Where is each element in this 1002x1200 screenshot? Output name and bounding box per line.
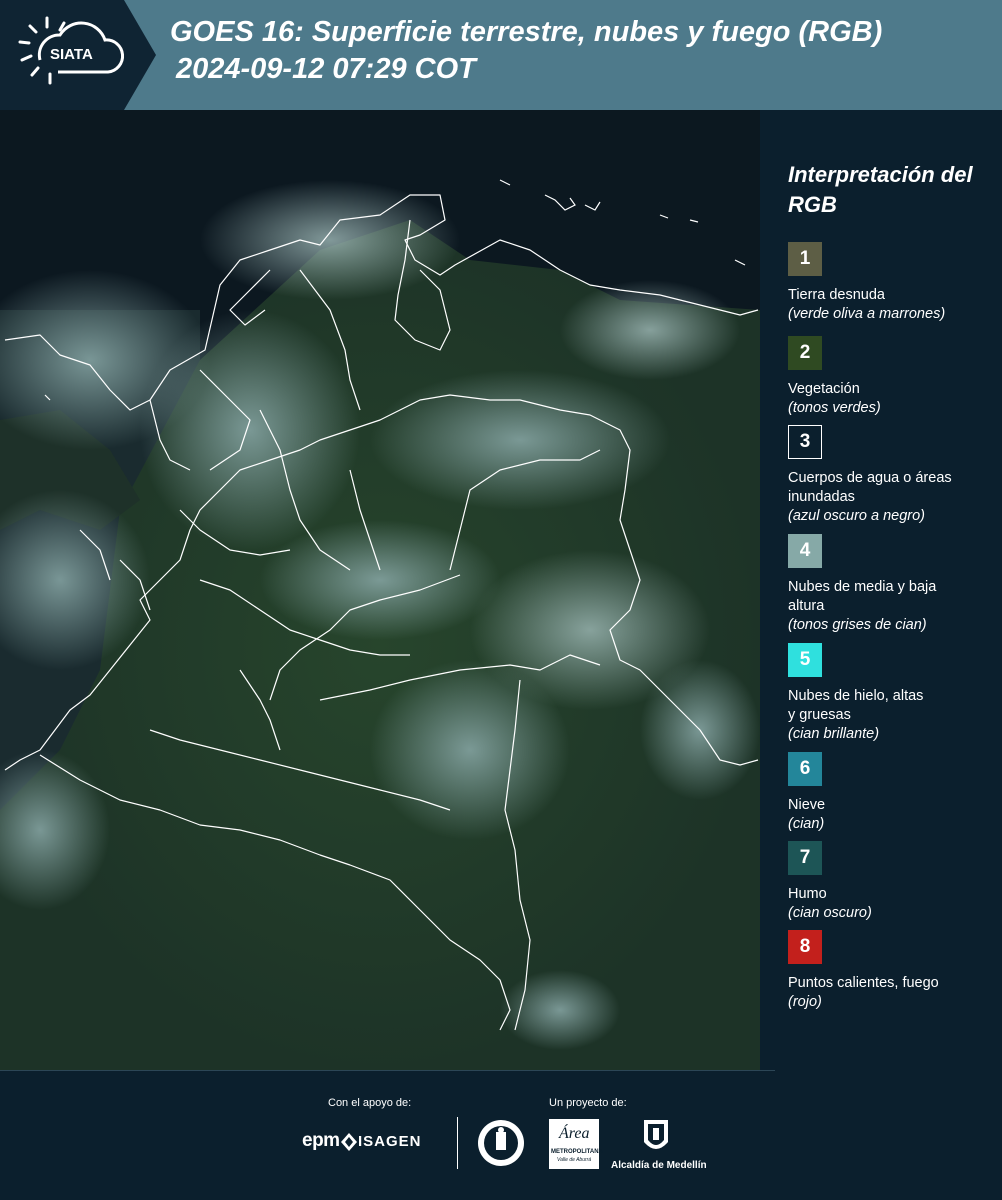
siata-logo: SIATA: [0, 0, 158, 110]
footer-divider: [0, 1070, 775, 1071]
legend-sub-4: (tonos grises de cian): [788, 617, 927, 633]
title-line-1: GOES 16: Superficie terrestre, nubes y f…: [170, 16, 883, 48]
legend-item-3: 3 Cuerpos de agua o áreas inundadas (azu…: [788, 425, 998, 526]
title-line-2: 2024-09-12 07:29 COT: [176, 53, 476, 85]
legend-item-7: 7 Humo (cian oscuro): [788, 841, 998, 923]
metropolitana-text: METROPOLITANA: [551, 1149, 603, 1155]
legend-sub-8: (rojo): [788, 994, 822, 1010]
area-text: Área: [559, 1125, 590, 1142]
legend-item-8: 8 Puntos calientes, fuego (rojo): [788, 930, 998, 1012]
alcaldia-label: Alcaldía de Medellín: [611, 1160, 707, 1171]
legend-label-4: Nubes de media y baja altura: [788, 579, 937, 614]
footer-vertical-divider: [457, 1117, 458, 1169]
isagen-icon: [341, 1133, 357, 1151]
page-title: GOES 16: Superficie terrestre, nubes y f…: [170, 14, 1000, 88]
legend-swatch-8: 8: [788, 930, 822, 964]
legend-label-8: Puntos calientes, fuego: [788, 975, 939, 991]
isagen-logo: ISAGEN: [358, 1133, 422, 1150]
legend-sub-1: (verde oliva a marrones): [788, 306, 946, 322]
area-metropolitana-logo: Área METROPOLITANA Valle de Aburrá: [549, 1119, 603, 1169]
legend-label-1: Tierra desnuda: [788, 287, 885, 303]
legend-panel: Interpretación del RGB 1 Tierra desnuda …: [760, 110, 1002, 1070]
legend-swatch-2: 2: [788, 336, 822, 370]
project-label: Un proyecto de:: [549, 1097, 627, 1109]
legend-label-5: Nubes de hielo, altas y gruesas: [788, 688, 924, 723]
legend-label-7: Humo: [788, 886, 827, 902]
legend-label-2: Vegetación: [788, 381, 860, 397]
footer: Con el apoyo de: Un proyecto de: epm ISA…: [0, 1070, 1002, 1200]
legend-swatch-5: 5: [788, 643, 822, 677]
satellite-map[interactable]: [0, 110, 760, 1070]
medellin-shield-icon: [644, 1120, 668, 1149]
legend-sub-3: (azul oscuro a negro): [788, 508, 926, 524]
legend-swatch-1: 1: [788, 242, 822, 276]
seal-icon: [478, 1120, 524, 1166]
legend-item-4: 4 Nubes de media y baja altura (tonos gr…: [788, 534, 998, 635]
legend-item-5: 5 Nubes de hielo, altas y gruesas (cian …: [788, 643, 998, 744]
legend-label-6: Nieve: [788, 797, 826, 813]
legend-swatch-6: 6: [788, 752, 822, 786]
legend-item-1: 1 Tierra desnuda (verde oliva a marrones…: [788, 242, 998, 324]
legend-swatch-3: 3: [788, 425, 822, 459]
support-label: Con el apoyo de:: [328, 1097, 412, 1109]
valle-text: Valle de Aburrá: [557, 1157, 592, 1163]
legend-sub-2: (tonos verdes): [788, 400, 881, 416]
legend-label-3: Cuerpos de agua o áreas inundadas: [788, 470, 952, 505]
header: SIATA GOES 16: Superficie terrestre, nub…: [0, 0, 1002, 110]
legend-sub-5: (cian brillante): [788, 726, 880, 742]
epm-logo: epm: [302, 1130, 340, 1151]
legend-title: Interpretación del RGB: [788, 162, 973, 217]
legend-swatch-7: 7: [788, 841, 822, 875]
legend-item-6: 6 Nieve (cian): [788, 752, 998, 834]
legend-sub-7: (cian oscuro): [788, 905, 872, 921]
legend-item-2: 2 Vegetación (tonos verdes): [788, 336, 998, 418]
legend-sub-6: (cian): [788, 816, 825, 832]
legend-swatch-4: 4: [788, 534, 822, 568]
logo-text: SIATA: [50, 46, 93, 63]
